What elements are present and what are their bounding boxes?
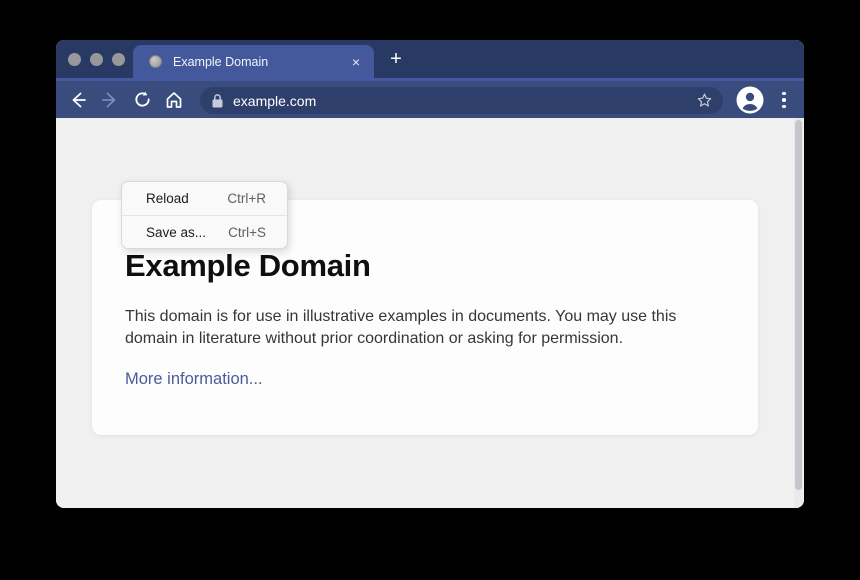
bookmark-button[interactable] [696, 92, 713, 109]
back-arrow-icon [68, 90, 88, 110]
browser-toolbar: example.com [56, 78, 804, 118]
menu-item-shortcut: Ctrl+S [228, 225, 266, 240]
lock-icon [212, 94, 223, 108]
tab-title: Example Domain [173, 55, 350, 69]
scrollbar-thumb[interactable] [795, 120, 802, 490]
close-window-icon[interactable] [68, 53, 81, 66]
new-tab-button[interactable]: + [386, 44, 406, 74]
browser-window: Example Domain × + [56, 40, 804, 508]
profile-button[interactable] [736, 86, 764, 114]
menu-item-reload[interactable]: Reload Ctrl+R [122, 182, 287, 215]
page-paragraph: This domain is for use in illustrative e… [125, 306, 718, 350]
forward-arrow-icon [100, 90, 120, 110]
reload-icon [133, 90, 152, 109]
menu-item-shortcut: Ctrl+R [227, 191, 266, 206]
home-button[interactable] [158, 85, 190, 115]
more-information-link[interactable]: More information... [125, 370, 263, 389]
tab-example-domain[interactable]: Example Domain × [133, 45, 374, 78]
kebab-menu-icon [782, 92, 786, 96]
menu-item-label: Save as... [146, 225, 206, 240]
paragraph-line-1: This domain is for use in illustrative e… [125, 306, 718, 328]
address-bar[interactable]: example.com [200, 87, 723, 114]
menu-item-save-as[interactable]: Save as... Ctrl+S [122, 215, 287, 248]
tab-bar: Example Domain × + [56, 40, 804, 78]
browser-menu-button[interactable] [776, 86, 792, 114]
url-text: example.com [233, 93, 696, 109]
menu-item-label: Reload [146, 191, 189, 206]
paragraph-line-2: domain in literature without prior coord… [125, 328, 718, 350]
maximize-window-icon[interactable] [112, 53, 125, 66]
back-button[interactable] [62, 85, 94, 115]
minimize-window-icon[interactable] [90, 53, 103, 66]
page-viewport: Example Domain This domain is for use in… [56, 118, 804, 508]
window-controls [68, 53, 125, 66]
avatar-icon [736, 86, 764, 114]
context-menu: Reload Ctrl+R Save as... Ctrl+S [121, 181, 288, 249]
star-icon [696, 92, 713, 109]
forward-button[interactable] [94, 85, 126, 115]
tab-close-icon[interactable]: × [350, 55, 362, 69]
reload-button[interactable] [126, 85, 158, 115]
globe-favicon-icon [149, 55, 162, 68]
page-title: Example Domain [125, 248, 718, 284]
home-icon [164, 90, 184, 110]
